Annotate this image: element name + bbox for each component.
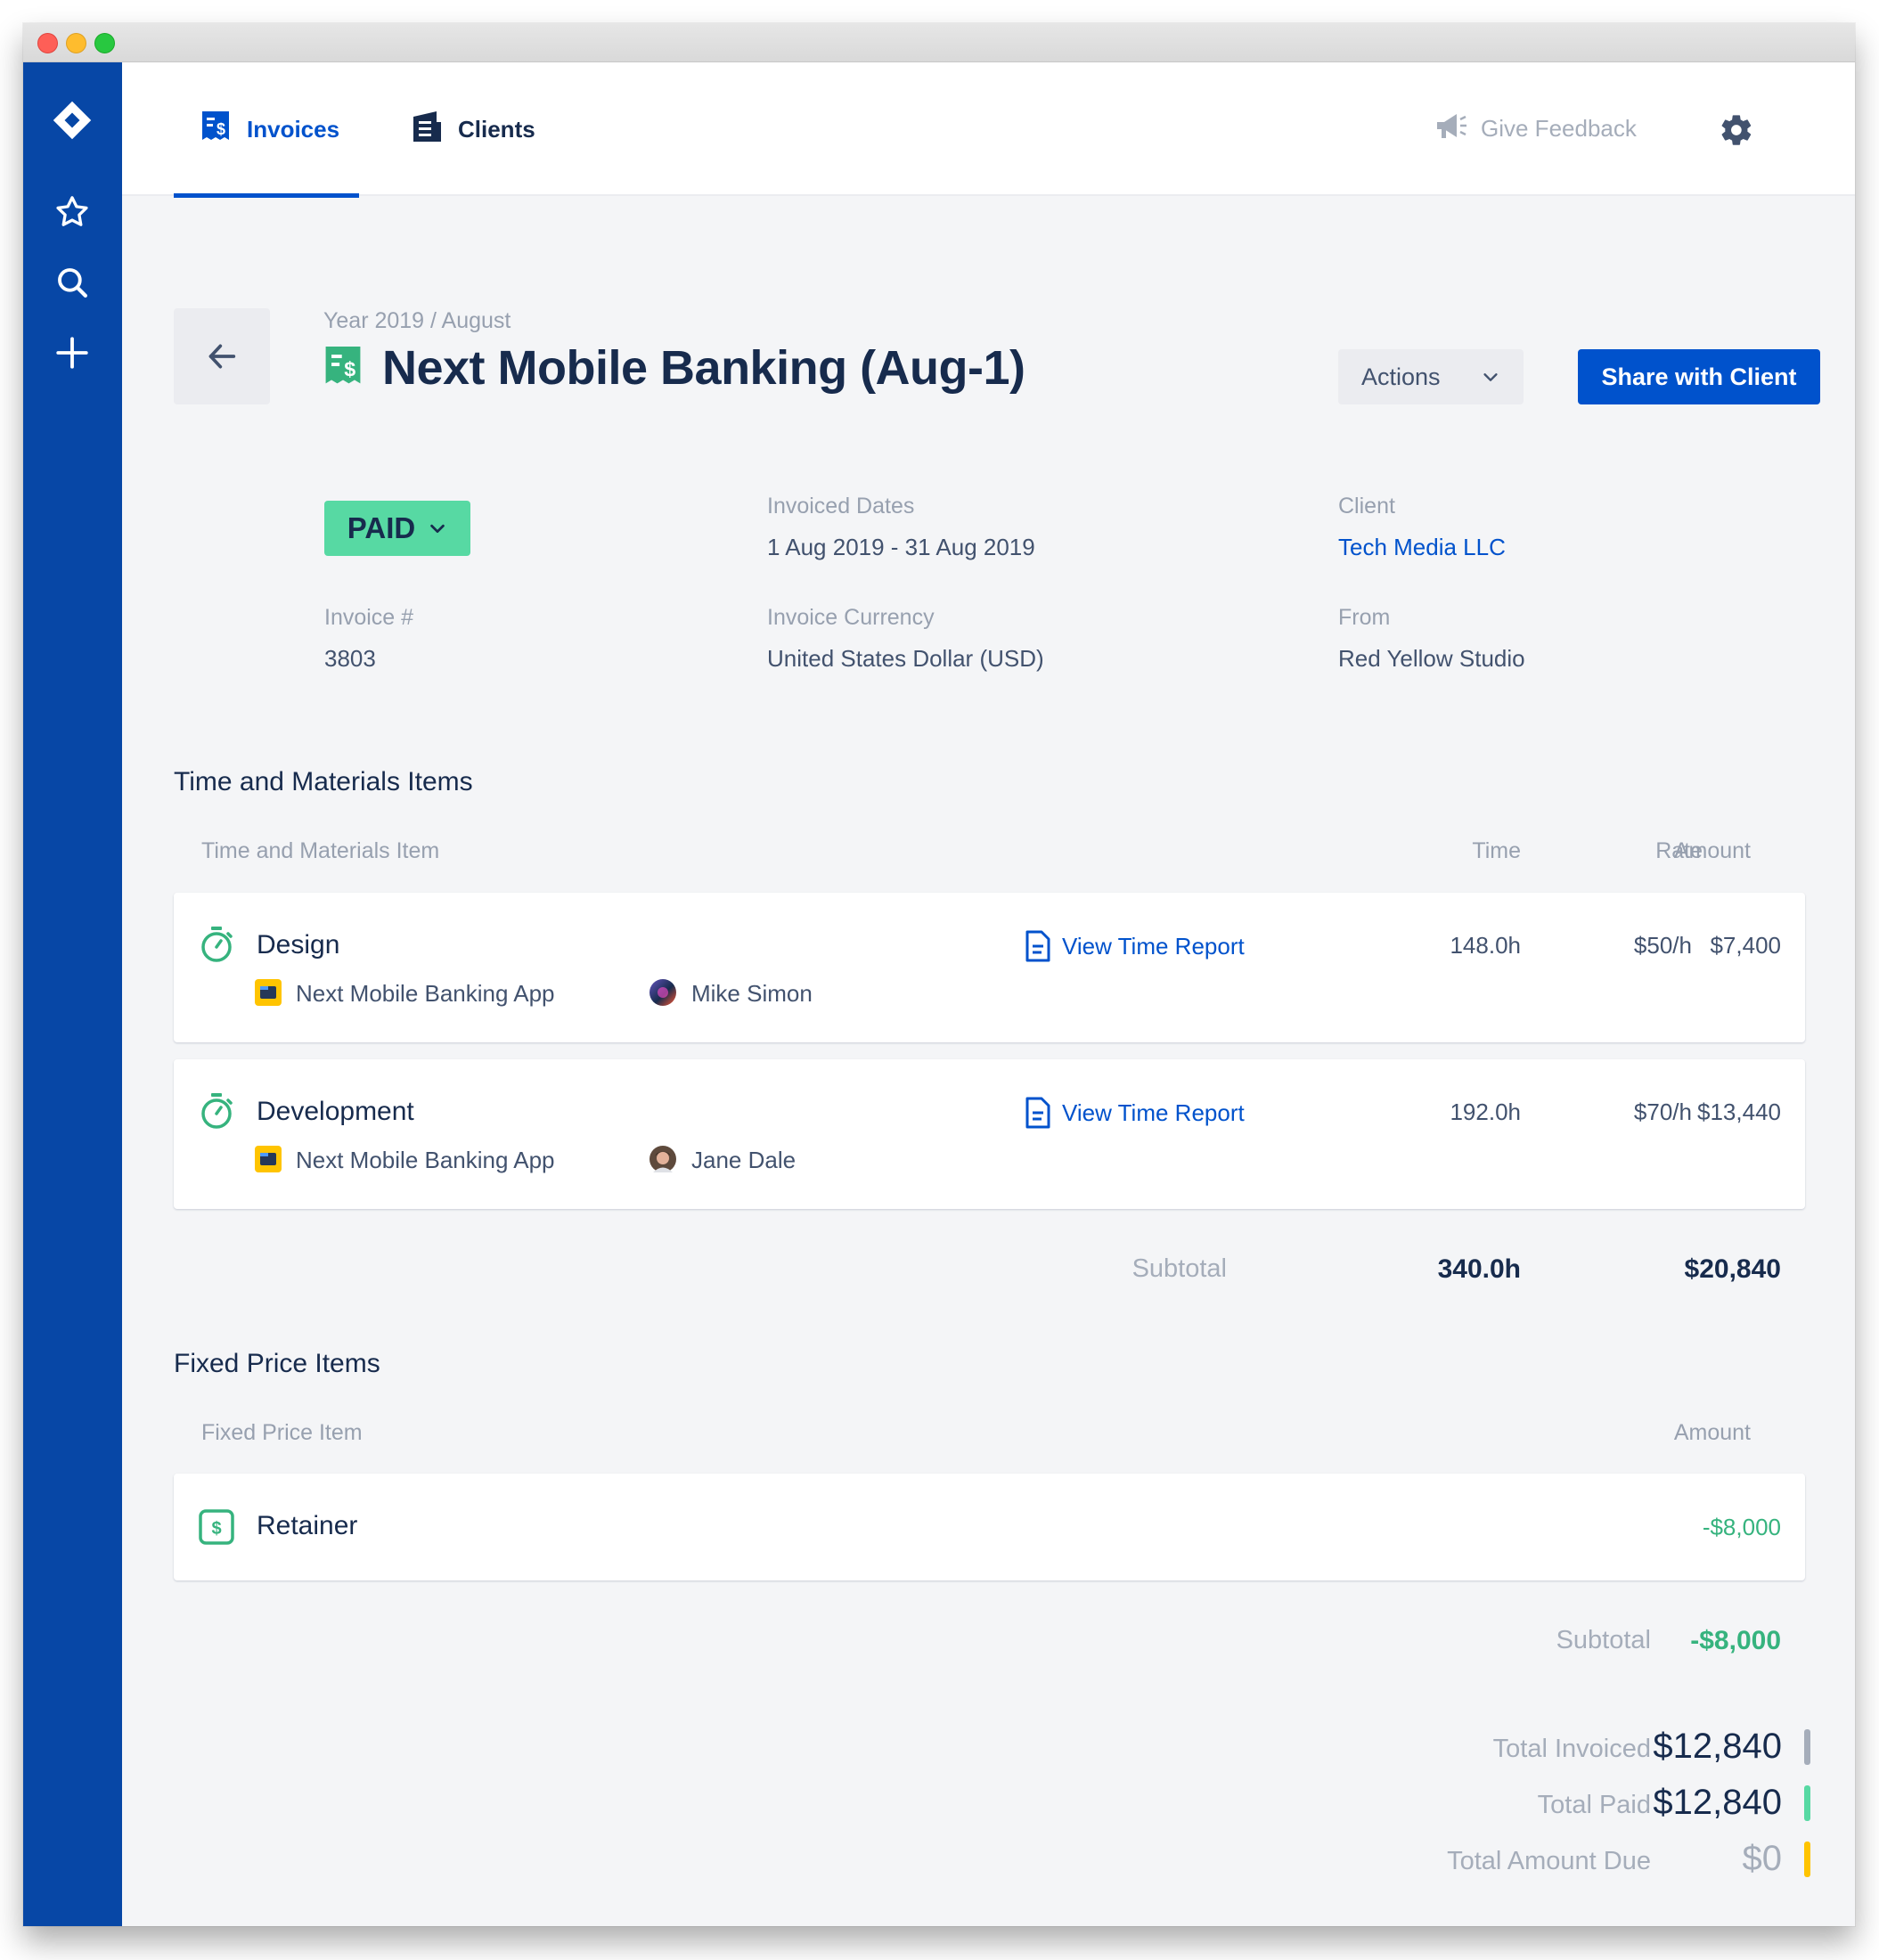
project-name: Next Mobile Banking App <box>296 980 555 1007</box>
invoiced-dates-value: 1 Aug 2019 - 31 Aug 2019 <box>767 534 1035 560</box>
time-materials-title: Time and Materials Items <box>174 767 473 796</box>
global-sidebar <box>23 62 122 1926</box>
tab-invoices-label: Invoices <box>247 115 340 143</box>
currency-value: United States Dollar (USD) <box>767 645 1044 672</box>
plus-icon[interactable] <box>48 329 96 377</box>
invoice-icon: $ <box>200 110 231 150</box>
client-link[interactable]: Tech Media LLC <box>1338 534 1506 561</box>
app-window: $ Invoices Clients Give Feedback Year 20… <box>23 23 1855 1926</box>
document-icon <box>1025 930 1050 962</box>
invoice-number-label: Invoice # <box>324 605 414 630</box>
total-paid-value: $12,840 <box>1653 1783 1782 1822</box>
give-feedback-label: Give Feedback <box>1481 114 1637 142</box>
view-time-report-label: View Time Report <box>1062 1098 1245 1126</box>
jira-logo-icon[interactable] <box>48 96 96 144</box>
assignee-name: Mike Simon <box>691 980 813 1007</box>
stopwatch-icon <box>199 1092 234 1130</box>
tm-subtotal-label: Subtotal <box>1131 1254 1227 1283</box>
tab-invoices[interactable]: $ Invoices <box>174 62 359 198</box>
actions-dropdown[interactable]: Actions <box>1338 349 1524 404</box>
document-icon <box>1025 1097 1050 1129</box>
item-name: Development <box>257 1097 414 1126</box>
view-time-report-label: View Time Report <box>1062 932 1245 960</box>
chevron-down-icon <box>1483 373 1498 381</box>
total-paid-indicator <box>1804 1785 1810 1821</box>
view-time-report-link[interactable]: View Time Report <box>1025 930 1245 962</box>
total-invoiced-indicator <box>1804 1729 1810 1765</box>
maximize-window-button[interactable] <box>94 33 115 53</box>
tab-clients[interactable]: Clients <box>412 62 535 196</box>
stopwatch-icon <box>199 926 234 963</box>
tab-clients-label: Clients <box>458 115 535 143</box>
tm-subtotal-time: 340.0h <box>1437 1254 1521 1284</box>
back-button[interactable] <box>174 308 270 404</box>
project-folder-icon <box>255 1146 282 1172</box>
fixed-item-card[interactable]: $ Retainer -$8,000 <box>174 1474 1805 1580</box>
col-head-fixed-item: Fixed Price Item <box>201 1420 363 1445</box>
invoiced-dates-label: Invoiced Dates <box>767 494 915 519</box>
svg-text:$: $ <box>211 1519 221 1539</box>
fixed-price-title: Fixed Price Items <box>174 1349 380 1378</box>
project-folder-icon <box>255 979 282 1006</box>
client-label: Client <box>1338 494 1395 519</box>
gear-icon[interactable] <box>1715 109 1758 151</box>
total-due-value: $0 <box>1742 1839 1783 1878</box>
minimize-window-button[interactable] <box>66 33 86 53</box>
search-icon[interactable] <box>48 258 96 306</box>
star-icon[interactable] <box>48 188 96 236</box>
total-due-indicator <box>1804 1842 1810 1877</box>
assignee-name: Jane Dale <box>691 1147 797 1173</box>
megaphone-icon <box>1434 111 1468 146</box>
page-title-group: $ Next Mobile Banking (Aug-1) <box>323 340 1025 396</box>
avatar <box>649 979 676 1006</box>
time-item-card[interactable]: Development Next Mobile Banking App Jane… <box>174 1059 1805 1209</box>
top-navigation: $ Invoices Clients Give Feedback <box>122 62 1855 198</box>
arrow-left-icon <box>208 344 236 369</box>
col-head-time: Time <box>1472 838 1521 863</box>
item-name: Design <box>257 930 340 960</box>
item-amount: -$8,000 <box>1702 1514 1781 1540</box>
main-content: $ Invoices Clients Give Feedback Year 20… <box>122 62 1855 1926</box>
col-head-item: Time and Materials Item <box>201 838 440 863</box>
dollar-icon: $ <box>199 1509 234 1547</box>
total-invoiced-value: $12,840 <box>1653 1727 1782 1766</box>
chevron-down-icon <box>430 524 445 534</box>
item-name: Retainer <box>257 1511 358 1540</box>
view-time-report-link[interactable]: View Time Report <box>1025 1097 1245 1129</box>
status-label: PAID <box>347 511 416 544</box>
col-head-amount: Amount <box>1673 838 1751 863</box>
project-name: Next Mobile Banking App <box>296 1147 555 1173</box>
svg-text:$: $ <box>216 120 225 138</box>
item-time: 192.0h <box>1450 1098 1521 1125</box>
share-with-client-button[interactable]: Share with Client <box>1578 349 1820 404</box>
actions-label: Actions <box>1361 363 1441 390</box>
avatar <box>649 1146 676 1172</box>
window-titlebar <box>23 23 1855 62</box>
svg-text:$: $ <box>344 357 355 380</box>
col-head-fixed-amount: Amount <box>1673 1420 1751 1445</box>
close-window-button[interactable] <box>37 33 58 53</box>
time-item-card[interactable]: Design Next Mobile Banking App Mike Simo… <box>174 893 1805 1042</box>
clients-building-icon <box>412 110 442 150</box>
page-title: Next Mobile Banking (Aug-1) <box>382 341 1025 395</box>
item-time: 148.0h <box>1450 932 1521 959</box>
give-feedback-button[interactable]: Give Feedback <box>1434 107 1637 150</box>
fp-subtotal-amount: -$8,000 <box>1690 1626 1781 1655</box>
breadcrumb[interactable]: Year 2019 / August <box>323 308 511 334</box>
item-amount: $13,440 <box>1697 1098 1781 1125</box>
invoice-number-value: 3803 <box>324 645 376 672</box>
invoice-icon: $ <box>323 343 363 394</box>
from-label: From <box>1338 605 1391 630</box>
from-value: Red Yellow Studio <box>1338 645 1525 672</box>
tm-subtotal-amount: $20,840 <box>1684 1254 1781 1284</box>
item-amount: $7,400 <box>1710 932 1781 959</box>
currency-label: Invoice Currency <box>767 605 935 630</box>
status-dropdown[interactable]: PAID <box>324 501 470 556</box>
